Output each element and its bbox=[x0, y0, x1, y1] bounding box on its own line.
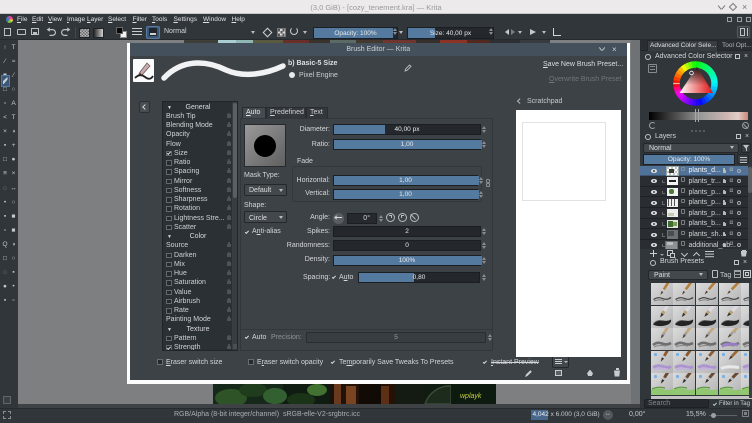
svg-text:wplayk: wplayk bbox=[460, 393, 482, 400]
